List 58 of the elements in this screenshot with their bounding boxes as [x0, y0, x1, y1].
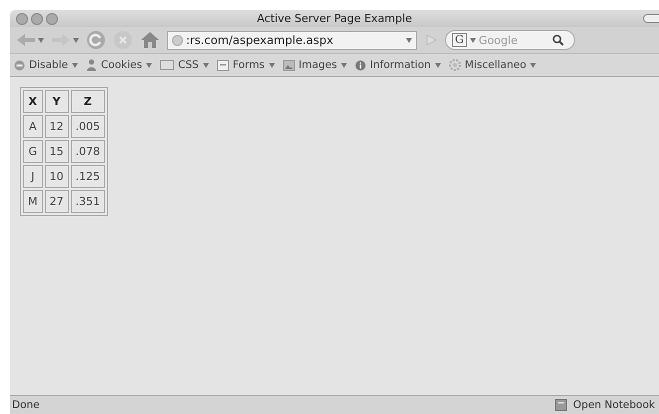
table-cell: .005 — [70, 115, 105, 138]
table-cell: 15 — [44, 140, 68, 163]
bookmark-menu[interactable]: Miscellaneo — [448, 59, 536, 71]
caret-icon — [268, 62, 275, 68]
column-header: X — [23, 90, 42, 113]
column-header: Z — [70, 90, 105, 113]
bookmark-menu[interactable]: Images — [282, 59, 348, 71]
caret-icon — [38, 38, 44, 42]
form-icon — [216, 60, 229, 70]
window-control-icon[interactable] — [46, 12, 58, 24]
window-title: Active Server Page Example — [257, 12, 412, 25]
caret-icon — [406, 38, 412, 42]
bookmark-menu[interactable]: CSS — [160, 59, 209, 71]
bookmark-menu[interactable]: Information — [355, 59, 441, 71]
search-icon[interactable] — [552, 34, 564, 46]
info-icon — [355, 60, 366, 70]
search-field[interactable]: G Google — [445, 30, 575, 50]
folder-icon — [160, 60, 174, 70]
table-cell: .351 — [70, 190, 105, 213]
caret-icon — [146, 62, 152, 68]
table-cell: A — [23, 115, 42, 138]
bookmark-menu[interactable]: Cookies — [86, 59, 152, 71]
back-arrow-icon[interactable] — [16, 33, 36, 47]
table-cell: J — [23, 165, 42, 188]
window-control-icon[interactable] — [16, 12, 28, 24]
circle-icon — [14, 60, 25, 70]
reload-icon[interactable] — [86, 30, 106, 50]
notebook-link[interactable]: Open Notebook — [573, 399, 655, 411]
status-text: Done — [12, 399, 41, 411]
home-icon[interactable] — [140, 31, 160, 49]
caret-icon — [202, 62, 209, 68]
window-control-icon[interactable] — [31, 12, 43, 24]
caret-icon — [434, 62, 441, 68]
image-icon — [282, 60, 295, 70]
column-header: Y — [44, 90, 68, 113]
table-cell: .125 — [70, 165, 105, 188]
go-arrow-icon[interactable] — [424, 33, 438, 47]
table-cell: 12 — [44, 115, 68, 138]
person-icon — [86, 59, 97, 71]
caret-icon — [72, 62, 78, 68]
address-field[interactable]: :rs.com/aspexample.aspx — [167, 30, 417, 50]
table-cell: M — [23, 190, 42, 213]
caret-icon — [470, 38, 476, 42]
table-cell: .078 — [70, 140, 105, 163]
address-text: :rs.com/aspexample.aspx — [186, 33, 334, 47]
table-cell: 10 — [44, 165, 68, 188]
caret-icon — [530, 62, 536, 68]
caret-icon — [341, 62, 348, 68]
caret-icon — [73, 38, 79, 42]
notebook-icon[interactable] — [555, 399, 568, 411]
bookmark-menu[interactable]: Disable — [14, 59, 78, 71]
bookmark-menu[interactable]: Forms — [216, 59, 275, 71]
gear-icon — [448, 59, 461, 71]
table-cell: G — [23, 140, 42, 163]
table-cell: 27 — [44, 190, 68, 213]
toolbar-toggle-icon[interactable] — [643, 14, 659, 23]
search-engine-logo[interactable]: G — [452, 33, 467, 47]
stop-icon[interactable] — [113, 30, 133, 50]
